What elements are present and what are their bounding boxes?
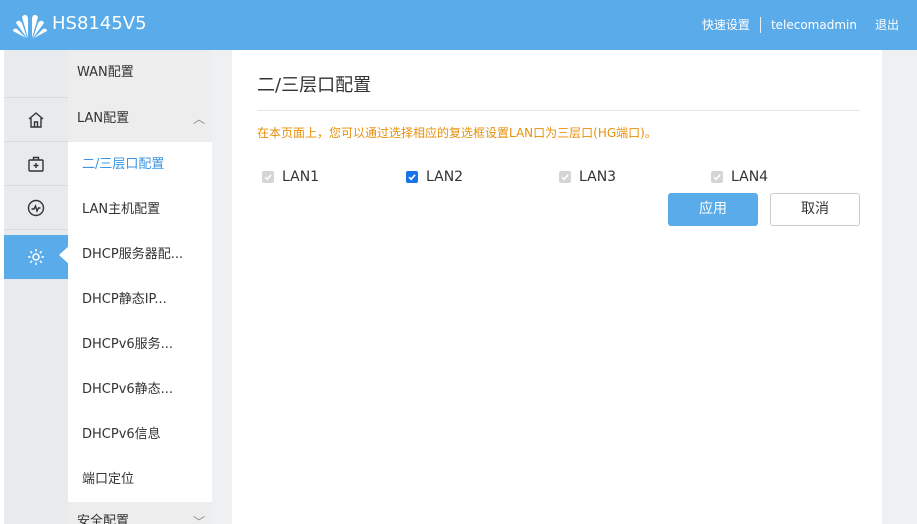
lan1-checkbox-item[interactable]: LAN1 [262, 165, 319, 189]
lan-port-row: LAN1 LAN2 LAN3 LAN4 [256, 165, 860, 189]
page-notice: 在本页面上，您可以通过选择相应的复选框设置LAN口为三层口(HG端口)。 [257, 126, 657, 140]
lan3-checkbox-item[interactable]: LAN3 [559, 165, 616, 189]
lan3-label: LAN3 [579, 169, 617, 185]
checkmark-icon [713, 174, 721, 181]
huawei-logo [13, 14, 47, 38]
checkmark-icon [408, 174, 416, 181]
lan1-checkbox[interactable] [262, 171, 274, 183]
submenu-item-port-locate[interactable]: 端口定位 [68, 457, 212, 502]
submenu-item-lan-host[interactable]: LAN主机配置 [68, 187, 212, 232]
lan3-checkbox[interactable] [559, 171, 571, 183]
gauge-icon [27, 199, 45, 216]
first-aid-kit-icon [28, 156, 44, 172]
home-icon [28, 111, 44, 128]
header-links: 快速设置 telecomadmin 退出 [702, 17, 899, 33]
quick-setup-link[interactable]: 快速设置 [702, 17, 750, 33]
rail-item-status[interactable] [4, 186, 68, 230]
gear-icon [28, 249, 44, 265]
submenu-item-dhcp-server[interactable]: DHCP服务器配... [68, 232, 212, 277]
submenu-group-label: 安全配置 [77, 514, 130, 524]
submenu-item-dhcpv6-static[interactable]: DHCPv6静态... [68, 367, 212, 412]
submenu-group-label: WAN配置 [77, 65, 134, 80]
logout-link[interactable]: 退出 [875, 17, 899, 33]
submenu-item-dhcpv6-info[interactable]: DHCPv6信息 [68, 412, 212, 457]
submenu-item-dhcp-static-ip[interactable]: DHCP静态IP... [68, 277, 212, 322]
submenu-group-wan[interactable]: WAN配置 [68, 50, 212, 96]
chevron-down-icon: ﹀ [192, 515, 205, 524]
rail-item-home[interactable] [4, 98, 68, 142]
content-panel [232, 50, 882, 524]
username-link[interactable]: telecomadmin [771, 17, 857, 33]
submenu-group-lan[interactable]: LAN配置 ︿ [68, 96, 212, 142]
chevron-up-icon: ︿ [192, 112, 205, 126]
submenu-item-l2l3-port[interactable]: 二/三层口配置 [68, 142, 212, 187]
settings-submenu: WAN配置 LAN配置 ︿ 二/三层口配置 LAN主机配置 DHCP服务器配..… [68, 50, 212, 524]
device-model: HS8145V5 [52, 13, 147, 34]
page-title: 二/三层口配置 [257, 75, 372, 96]
lan4-label: LAN4 [731, 169, 769, 185]
cancel-button[interactable]: 取消 [770, 193, 860, 226]
lan4-checkbox[interactable] [711, 171, 723, 183]
submenu-item-dhcpv6-server[interactable]: DHCPv6服务... [68, 322, 212, 367]
submenu-group-label: LAN配置 [77, 111, 130, 126]
lan2-label: LAN2 [426, 169, 464, 185]
top-header: HS8145V5 快速设置 telecomadmin 退出 [0, 0, 917, 50]
lan2-checkbox-item[interactable]: LAN2 [406, 165, 463, 189]
checkmark-icon [561, 174, 569, 181]
apply-button[interactable]: 应用 [668, 193, 758, 226]
checkmark-icon [264, 174, 272, 181]
rail-item-diagnose[interactable] [4, 142, 68, 186]
rail-spacer [4, 50, 68, 98]
lan2-checkbox[interactable] [406, 171, 418, 183]
header-divider [759, 17, 761, 33]
title-divider [257, 110, 860, 111]
submenu-group-security[interactable]: 安全配置 ﹀ [68, 502, 212, 524]
lan4-checkbox-item[interactable]: LAN4 [711, 165, 768, 189]
lan1-label: LAN1 [282, 169, 320, 185]
icon-rail [4, 50, 71, 524]
